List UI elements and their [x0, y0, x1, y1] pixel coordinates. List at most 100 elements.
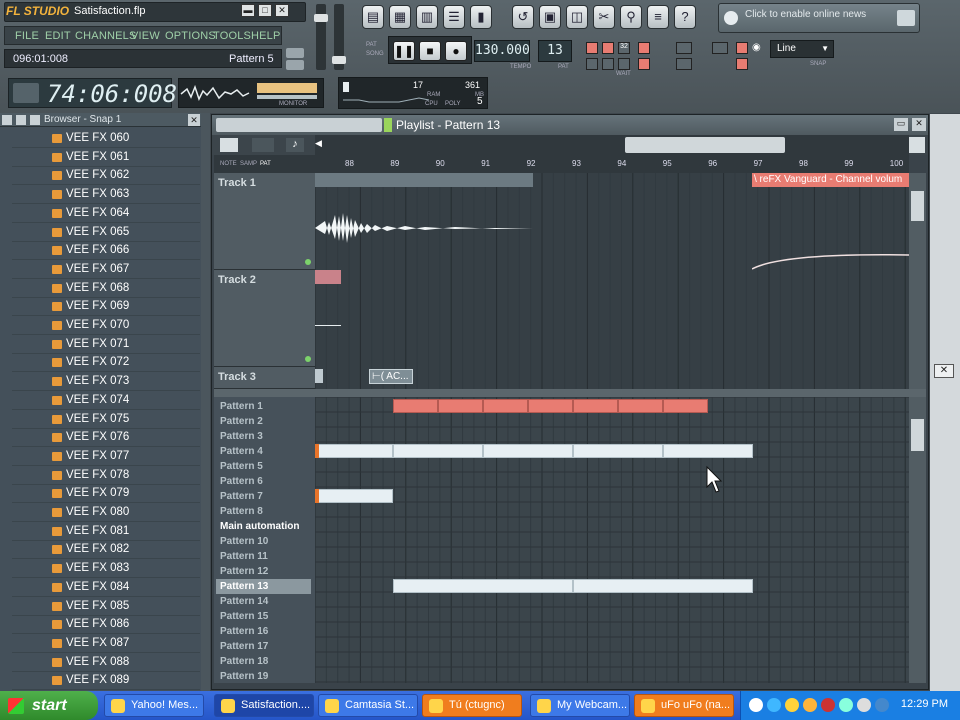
browser-item[interactable]: VEE FX 069: [12, 298, 200, 317]
blend-toggle[interactable]: [638, 42, 650, 54]
browser-item[interactable]: VEE FX 073: [12, 373, 200, 392]
pattern-row[interactable]: Pattern 12: [216, 564, 311, 579]
browser-collapse-icon[interactable]: [16, 115, 26, 125]
pattern-row[interactable]: Pattern 1: [216, 399, 311, 414]
snap-selector[interactable]: Line ▼: [770, 40, 834, 58]
pattern-row[interactable]: Pattern 11: [216, 549, 311, 564]
browser-item[interactable]: VEE FX 079: [12, 485, 200, 504]
pattern-clip[interactable]: [483, 399, 528, 413]
song-position-lcd[interactable]: 74:06:008: [8, 78, 177, 108]
record-button[interactable]: ●: [445, 41, 467, 61]
pattern-row[interactable]: Pattern 17: [216, 639, 311, 654]
typing-keyboard-icon[interactable]: [676, 58, 692, 70]
close-icon[interactable]: ✕: [275, 4, 289, 17]
audio-clip-header[interactable]: [315, 173, 533, 187]
track-3-clip[interactable]: [315, 369, 323, 383]
pattern-row[interactable]: Pattern 3: [216, 429, 311, 444]
tray-bluetooth-icon[interactable]: [875, 698, 889, 712]
pattern-clip[interactable]: [315, 489, 393, 503]
tray-expand-icon[interactable]: [749, 698, 763, 712]
tempo-display[interactable]: 130.000: [474, 40, 530, 62]
pattern-row[interactable]: Pattern 13: [216, 579, 311, 594]
pattern-row[interactable]: Pattern 7: [216, 489, 311, 504]
render-icon[interactable]: ◫: [566, 5, 588, 29]
pattern-clip[interactable]: [663, 444, 753, 458]
pattern-clip[interactable]: [528, 399, 573, 413]
track-2-clip[interactable]: [315, 270, 341, 284]
slider-handle[interactable]: [314, 14, 328, 22]
hint-toggle[interactable]: [286, 48, 304, 58]
pattern-row[interactable]: Pattern 14: [216, 594, 311, 609]
ac-clip[interactable]: ⊢( AC...: [369, 369, 413, 384]
tray-network-icon[interactable]: [767, 698, 781, 712]
pattern-clip[interactable]: [393, 399, 438, 413]
hint-toggle-2[interactable]: [286, 60, 304, 70]
pattern-clip[interactable]: [315, 444, 393, 458]
pattern-row[interactable]: Pattern 18: [216, 654, 311, 669]
track-2-header[interactable]: Track 2: [214, 270, 315, 367]
notes-icon[interactable]: ≡: [647, 5, 669, 29]
timeline-ruler[interactable]: 88 89 90 91 92 93 94 95 96 97 98 99 100: [315, 155, 909, 173]
scroll-thumb[interactable]: [911, 191, 924, 221]
tray-antivirus-icon[interactable]: [821, 698, 835, 712]
menu-view[interactable]: VIEW: [131, 30, 160, 42]
pattern-row[interactable]: Pattern 6: [216, 474, 311, 489]
pattern-row[interactable]: Main automation: [216, 519, 311, 534]
restore-icon[interactable]: ▭: [894, 118, 908, 131]
steps-toggle[interactable]: 32: [618, 42, 630, 54]
pattern-row[interactable]: Pattern 19: [216, 669, 311, 683]
mixer-window-icon[interactable]: ▮: [470, 5, 492, 29]
overdub-toggle[interactable]: [638, 58, 650, 70]
wait-toggle[interactable]: [618, 58, 630, 70]
taskbar-item[interactable]: Satisfaction....: [214, 694, 314, 717]
save-icon[interactable]: ▣: [539, 5, 561, 29]
browser-item[interactable]: VEE FX 062: [12, 167, 200, 186]
track-3-header[interactable]: Track 3: [214, 367, 315, 389]
splitter[interactable]: [214, 389, 926, 397]
tray-shield-icon[interactable]: [803, 698, 817, 712]
automation-clip[interactable]: \ reFX Vanguard - Channel volum: [752, 173, 909, 187]
record-settings-icon[interactable]: [712, 42, 728, 54]
track-1-header[interactable]: Track 1: [214, 173, 315, 270]
pattern-scrollbar[interactable]: [909, 397, 926, 683]
browser-item[interactable]: VEE FX 084: [12, 579, 200, 597]
playlist-title[interactable]: Playlist - Pattern 13: [396, 118, 500, 132]
browser-item[interactable]: VEE FX 060: [12, 130, 200, 148]
eye-icon[interactable]: ◉: [752, 42, 766, 54]
browser-item[interactable]: VEE FX 083: [12, 560, 200, 579]
browser-item[interactable]: VEE FX 078: [12, 467, 200, 485]
browser-item[interactable]: VEE FX 067: [12, 261, 200, 279]
restore-icon[interactable]: □: [258, 4, 272, 17]
master-volume-slider[interactable]: [314, 4, 328, 70]
browser-nav-icon[interactable]: [30, 115, 40, 125]
browser-item[interactable]: VEE FX 068: [12, 280, 200, 298]
tab-note[interactable]: NOTE: [220, 161, 237, 167]
browser-title[interactable]: Browser - Snap 1: [44, 114, 121, 125]
undo-icon[interactable]: ↺: [512, 5, 534, 29]
play-icon[interactable]: [220, 138, 238, 152]
browser-scrollbar[interactable]: [201, 113, 210, 691]
piano-roll-icon[interactable]: ▥: [416, 5, 438, 29]
browser-item[interactable]: VEE FX 086: [12, 616, 200, 635]
zoom-icon[interactable]: [909, 137, 925, 153]
horizontal-scrollbar[interactable]: ◀: [315, 135, 909, 155]
pattern-number[interactable]: 13: [538, 40, 572, 62]
browser-item[interactable]: VEE FX 075: [12, 411, 200, 429]
browser-item[interactable]: VEE FX 066: [12, 242, 200, 261]
browser-item[interactable]: VEE FX 072: [12, 354, 200, 373]
browser-item[interactable]: VEE FX 081: [12, 523, 200, 541]
tray-messenger-icon[interactable]: [785, 698, 799, 712]
menu-file[interactable]: FILE: [15, 30, 39, 42]
browser-item[interactable]: VEE FX 065: [12, 224, 200, 242]
pattern-clip[interactable]: [393, 444, 483, 458]
browser-item[interactable]: VEE FX 064: [12, 205, 200, 223]
playlist-window-icon[interactable]: ▤: [362, 5, 384, 29]
tab-pat[interactable]: PAT: [260, 161, 271, 167]
browser-close-icon[interactable]: ✕: [188, 114, 200, 126]
playlist-tools-icon[interactable]: [216, 118, 382, 132]
countdown-toggle[interactable]: [602, 42, 614, 54]
snap-toggle[interactable]: [736, 42, 748, 54]
master-pitch-slider[interactable]: [332, 4, 346, 70]
stop-button[interactable]: ■: [419, 41, 441, 61]
pattern-row[interactable]: Pattern 8: [216, 504, 311, 519]
